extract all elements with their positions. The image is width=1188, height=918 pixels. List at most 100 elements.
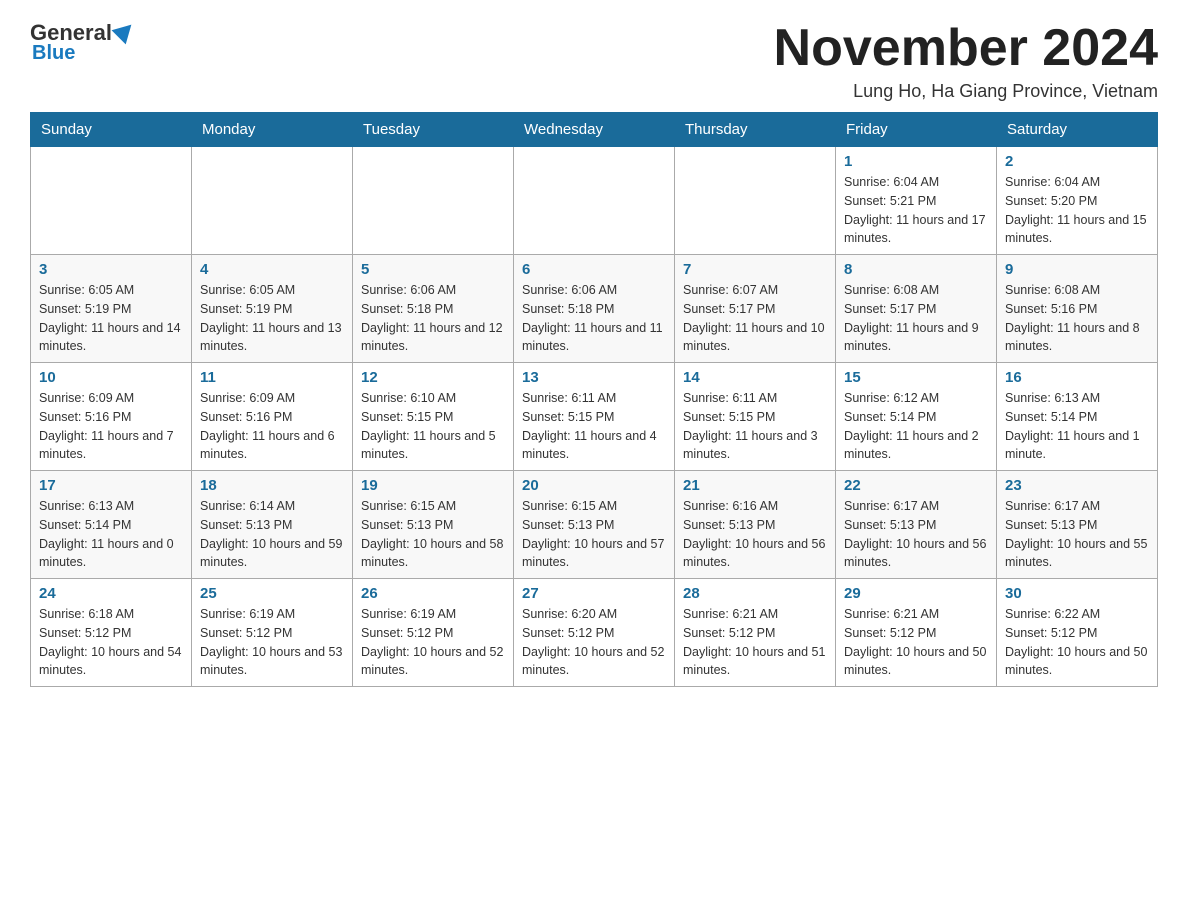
day-info: Sunrise: 6:05 AMSunset: 5:19 PMDaylight:… [200, 281, 344, 356]
day-number: 1 [844, 153, 988, 170]
calendar-week-1: 1 Sunrise: 6:04 AMSunset: 5:21 PMDaylight… [31, 147, 1158, 255]
day-number: 10 [39, 369, 183, 386]
calendar-cell: 23 Sunrise: 6:17 AMSunset: 5:13 PMDayligh… [997, 471, 1158, 579]
calendar-cell [514, 147, 675, 255]
day-number: 30 [1005, 585, 1149, 602]
day-number: 6 [522, 261, 666, 278]
day-number: 4 [200, 261, 344, 278]
day-number: 27 [522, 585, 666, 602]
calendar-cell: 5 Sunrise: 6:06 AMSunset: 5:18 PMDaylight… [353, 255, 514, 363]
day-number: 24 [39, 585, 183, 602]
day-info: Sunrise: 6:17 AMSunset: 5:13 PMDaylight:… [1005, 497, 1149, 572]
day-info: Sunrise: 6:08 AMSunset: 5:16 PMDaylight:… [1005, 281, 1149, 356]
logo-triangle-icon [112, 18, 139, 45]
day-info: Sunrise: 6:05 AMSunset: 5:19 PMDaylight:… [39, 281, 183, 356]
month-title: November 2024 [774, 20, 1158, 77]
day-info: Sunrise: 6:11 AMSunset: 5:15 PMDaylight:… [683, 389, 827, 464]
calendar-cell: 13 Sunrise: 6:11 AMSunset: 5:15 PMDayligh… [514, 363, 675, 471]
day-number: 29 [844, 585, 988, 602]
day-number: 2 [1005, 153, 1149, 170]
day-info: Sunrise: 6:09 AMSunset: 5:16 PMDaylight:… [39, 389, 183, 464]
calendar-cell [31, 147, 192, 255]
day-info: Sunrise: 6:06 AMSunset: 5:18 PMDaylight:… [361, 281, 505, 356]
day-info: Sunrise: 6:19 AMSunset: 5:12 PMDaylight:… [200, 605, 344, 680]
calendar-week-4: 17Sunrise: 6:13 AMSunset: 5:14 PMDayligh… [31, 471, 1158, 579]
calendar-cell: 2 Sunrise: 6:04 AMSunset: 5:20 PMDaylight… [997, 147, 1158, 255]
weekday-header-row: SundayMondayTuesdayWednesdayThursdayFrid… [31, 113, 1158, 147]
day-number: 12 [361, 369, 505, 386]
title-section: November 2024 Lung Ho, Ha Giang Province… [774, 20, 1158, 102]
calendar-cell: 12Sunrise: 6:10 AMSunset: 5:15 PMDayligh… [353, 363, 514, 471]
calendar-week-5: 24Sunrise: 6:18 AMSunset: 5:12 PMDayligh… [31, 579, 1158, 687]
day-info: Sunrise: 6:21 AMSunset: 5:12 PMDaylight:… [844, 605, 988, 680]
day-info: Sunrise: 6:15 AMSunset: 5:13 PMDaylight:… [522, 497, 666, 572]
day-info: Sunrise: 6:20 AMSunset: 5:12 PMDaylight:… [522, 605, 666, 680]
calendar-cell [192, 147, 353, 255]
day-info: Sunrise: 6:04 AMSunset: 5:21 PMDaylight:… [844, 173, 988, 248]
logo: General Blue [30, 20, 135, 65]
calendar-cell: 30 Sunrise: 6:22 AMSunset: 5:12 PMDayligh… [997, 579, 1158, 687]
calendar-cell: 4 Sunrise: 6:05 AMSunset: 5:19 PMDaylight… [192, 255, 353, 363]
day-info: Sunrise: 6:16 AMSunset: 5:13 PMDaylight:… [683, 497, 827, 572]
calendar-week-3: 10 Sunrise: 6:09 AMSunset: 5:16 PMDayligh… [31, 363, 1158, 471]
calendar-cell: 10 Sunrise: 6:09 AMSunset: 5:16 PMDayligh… [31, 363, 192, 471]
day-info: Sunrise: 6:08 AMSunset: 5:17 PMDaylight:… [844, 281, 988, 356]
day-info: Sunrise: 6:13 AMSunset: 5:14 PMDaylight:… [39, 497, 183, 572]
calendar-cell: 22 Sunrise: 6:17 AMSunset: 5:13 PMDayligh… [836, 471, 997, 579]
calendar-cell: 17Sunrise: 6:13 AMSunset: 5:14 PMDayligh… [31, 471, 192, 579]
calendar-cell: 25 Sunrise: 6:19 AMSunset: 5:12 PMDayligh… [192, 579, 353, 687]
page-header: General Blue November 2024 Lung Ho, Ha G… [30, 20, 1158, 102]
calendar-cell: 9 Sunrise: 6:08 AMSunset: 5:16 PMDaylight… [997, 255, 1158, 363]
weekday-header-friday: Friday [836, 113, 997, 147]
day-number: 19 [361, 477, 505, 494]
calendar-cell: 8Sunrise: 6:08 AMSunset: 5:17 PMDaylight… [836, 255, 997, 363]
day-number: 18 [200, 477, 344, 494]
day-number: 5 [361, 261, 505, 278]
calendar-cell: 3 Sunrise: 6:05 AMSunset: 5:19 PMDaylight… [31, 255, 192, 363]
day-info: Sunrise: 6:21 AMSunset: 5:12 PMDaylight:… [683, 605, 827, 680]
day-info: Sunrise: 6:11 AMSunset: 5:15 PMDaylight:… [522, 389, 666, 464]
calendar-cell: 26Sunrise: 6:19 AMSunset: 5:12 PMDayligh… [353, 579, 514, 687]
day-number: 13 [522, 369, 666, 386]
day-number: 11 [200, 369, 344, 386]
calendar-cell: 24Sunrise: 6:18 AMSunset: 5:12 PMDayligh… [31, 579, 192, 687]
day-info: Sunrise: 6:04 AMSunset: 5:20 PMDaylight:… [1005, 173, 1149, 248]
calendar-cell: 11Sunrise: 6:09 AMSunset: 5:16 PMDayligh… [192, 363, 353, 471]
day-info: Sunrise: 6:22 AMSunset: 5:12 PMDaylight:… [1005, 605, 1149, 680]
day-info: Sunrise: 6:17 AMSunset: 5:13 PMDaylight:… [844, 497, 988, 572]
calendar-cell: 27 Sunrise: 6:20 AMSunset: 5:12 PMDayligh… [514, 579, 675, 687]
calendar-cell: 14 Sunrise: 6:11 AMSunset: 5:15 PMDayligh… [675, 363, 836, 471]
calendar-cell: 15Sunrise: 6:12 AMSunset: 5:14 PMDayligh… [836, 363, 997, 471]
day-info: Sunrise: 6:13 AMSunset: 5:14 PMDaylight:… [1005, 389, 1149, 464]
day-info: Sunrise: 6:15 AMSunset: 5:13 PMDaylight:… [361, 497, 505, 572]
weekday-header-tuesday: Tuesday [353, 113, 514, 147]
calendar-cell: 21 Sunrise: 6:16 AMSunset: 5:13 PMDayligh… [675, 471, 836, 579]
calendar-cell: 6Sunrise: 6:06 AMSunset: 5:18 PMDaylight… [514, 255, 675, 363]
calendar-table: SundayMondayTuesdayWednesdayThursdayFrid… [30, 112, 1158, 687]
calendar-cell: 20 Sunrise: 6:15 AMSunset: 5:13 PMDayligh… [514, 471, 675, 579]
weekday-header-saturday: Saturday [997, 113, 1158, 147]
day-number: 9 [1005, 261, 1149, 278]
weekday-header-thursday: Thursday [675, 113, 836, 147]
day-number: 3 [39, 261, 183, 278]
weekday-header-sunday: Sunday [31, 113, 192, 147]
weekday-header-wednesday: Wednesday [514, 113, 675, 147]
location: Lung Ho, Ha Giang Province, Vietnam [774, 81, 1158, 102]
day-number: 23 [1005, 477, 1149, 494]
calendar-cell: 1 Sunrise: 6:04 AMSunset: 5:21 PMDaylight… [836, 147, 997, 255]
day-number: 16 [1005, 369, 1149, 386]
day-number: 28 [683, 585, 827, 602]
calendar-week-2: 3 Sunrise: 6:05 AMSunset: 5:19 PMDaylight… [31, 255, 1158, 363]
day-number: 7 [683, 261, 827, 278]
day-info: Sunrise: 6:07 AMSunset: 5:17 PMDaylight:… [683, 281, 827, 356]
day-number: 15 [844, 369, 988, 386]
logo-subtitle: Blue [30, 42, 75, 65]
day-number: 25 [200, 585, 344, 602]
day-number: 22 [844, 477, 988, 494]
calendar-cell [353, 147, 514, 255]
day-number: 20 [522, 477, 666, 494]
day-number: 21 [683, 477, 827, 494]
calendar-cell: 18 Sunrise: 6:14 AMSunset: 5:13 PMDayligh… [192, 471, 353, 579]
day-number: 14 [683, 369, 827, 386]
day-info: Sunrise: 6:14 AMSunset: 5:13 PMDaylight:… [200, 497, 344, 572]
